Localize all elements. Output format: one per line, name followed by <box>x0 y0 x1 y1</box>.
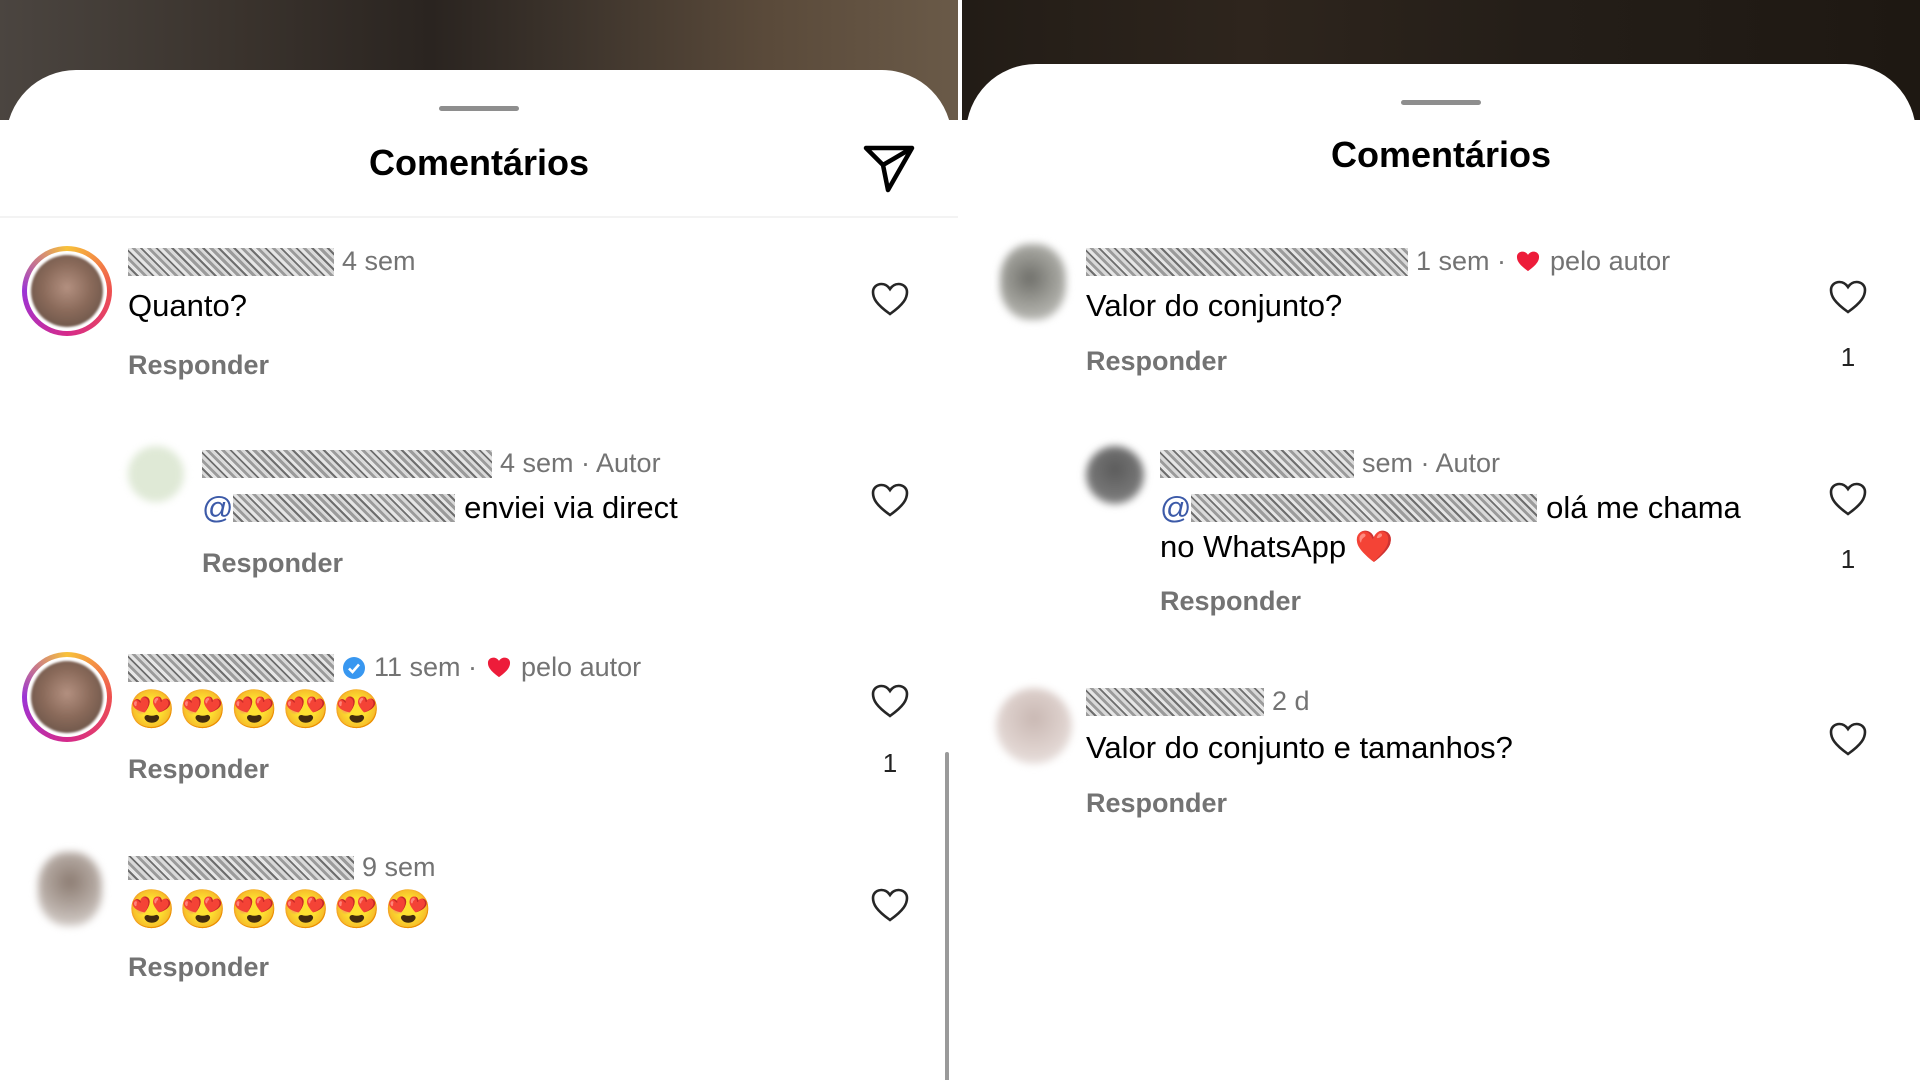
comment-time: 9 sem <box>362 852 436 882</box>
comment-text: 😍😍😍😍😍 <box>128 689 385 731</box>
reply-button[interactable]: Responder <box>128 952 269 983</box>
sheet-title: Comentários <box>368 142 590 183</box>
like-count: 1 <box>882 748 898 778</box>
comment-meta: 4 sem · Autor <box>202 448 661 479</box>
reply-button[interactable]: Responder <box>128 350 269 381</box>
heart-filled-icon <box>487 657 511 677</box>
comment-meta: 2 d <box>1086 686 1310 717</box>
comment-meta: 11 sem · pelo autor <box>128 652 641 683</box>
header-separator <box>0 216 958 218</box>
comment-time: 4 sem · Autor <box>500 448 661 478</box>
mention-prefix[interactable]: @ <box>1160 490 1191 526</box>
comment-text: 😍😍😍😍😍😍 <box>128 889 436 931</box>
reply-button[interactable]: Responder <box>202 548 343 579</box>
right-comments-screen: Comentários 1 sem · pelo autor Valor do … <box>962 0 1920 1080</box>
username-redacted[interactable] <box>1086 247 1408 276</box>
left-comments-screen: Comentários 4 sem Quanto? Responder 4 se… <box>0 0 958 1080</box>
mention-redacted[interactable] <box>233 494 456 522</box>
comment-text: Quanto? <box>128 288 247 323</box>
username-redacted[interactable] <box>128 855 354 880</box>
like-count: 1 <box>1840 342 1856 372</box>
comment-text: Valor do conjunto e tamanhos? <box>1086 730 1513 765</box>
comment-body: enviei via direct <box>455 490 678 525</box>
reply-button[interactable]: Responder <box>128 754 269 785</box>
heart-outline-icon[interactable] <box>1828 278 1868 318</box>
username-redacted[interactable] <box>128 653 334 682</box>
sheet-title: Comentários <box>1330 134 1552 175</box>
comment-time: 11 sem · <box>374 652 478 682</box>
comment-body-line1: olá me chama <box>1537 490 1741 525</box>
sheet-drag-handle[interactable] <box>1401 100 1481 105</box>
heart-outline-icon[interactable] <box>1828 480 1868 520</box>
scrollbar[interactable] <box>945 752 949 1080</box>
comment-meta: sem · Autor <box>1160 448 1500 479</box>
avatar[interactable] <box>128 446 184 502</box>
avatar[interactable] <box>996 688 1072 764</box>
like-count: 1 <box>1840 544 1856 574</box>
comment-body-line2: no WhatsApp ❤️ <box>1160 529 1394 564</box>
comment-text: @ olá me chama <box>1160 490 1741 526</box>
send-icon[interactable] <box>860 138 918 196</box>
avatar[interactable] <box>1086 446 1144 504</box>
reply-button[interactable]: Responder <box>1086 788 1227 819</box>
avatar[interactable] <box>22 246 112 336</box>
username-redacted[interactable] <box>1160 449 1354 478</box>
comment-meta: 9 sem <box>128 852 436 883</box>
sheet-drag-handle[interactable] <box>439 106 519 111</box>
avatar[interactable] <box>1000 244 1066 320</box>
heart-outline-icon[interactable] <box>870 886 910 926</box>
mention-redacted[interactable] <box>1191 494 1538 522</box>
comment-meta: 4 sem <box>128 246 416 277</box>
mention-prefix[interactable]: @ <box>202 490 233 526</box>
comments-sheet: Comentários <box>966 64 1916 1080</box>
heart-outline-icon[interactable] <box>870 682 910 722</box>
comment-time: 2 d <box>1272 686 1310 716</box>
reply-button[interactable]: Responder <box>1086 346 1227 377</box>
liked-by-author-label: pelo autor <box>1550 246 1671 276</box>
liked-by-author-label: pelo autor <box>521 652 642 682</box>
username-redacted[interactable] <box>202 449 492 478</box>
comment-text: @ enviei via direct <box>202 490 678 526</box>
reply-button[interactable]: Responder <box>1160 586 1301 617</box>
comment-meta: 1 sem · pelo autor <box>1086 246 1670 277</box>
username-redacted[interactable] <box>1086 687 1264 716</box>
username-redacted[interactable] <box>128 247 334 276</box>
comment-text: Valor do conjunto? <box>1086 288 1343 323</box>
comment-time: 4 sem <box>342 246 416 276</box>
heart-outline-icon[interactable] <box>1828 720 1868 760</box>
avatar[interactable] <box>22 652 112 742</box>
comment-time: sem · Autor <box>1362 448 1501 478</box>
heart-filled-icon <box>1516 251 1540 271</box>
heart-outline-icon[interactable] <box>870 280 910 320</box>
comment-time: 1 sem · <box>1416 246 1507 276</box>
heart-outline-icon[interactable] <box>870 481 910 521</box>
avatar[interactable] <box>38 852 102 926</box>
verified-badge-icon <box>343 656 365 679</box>
